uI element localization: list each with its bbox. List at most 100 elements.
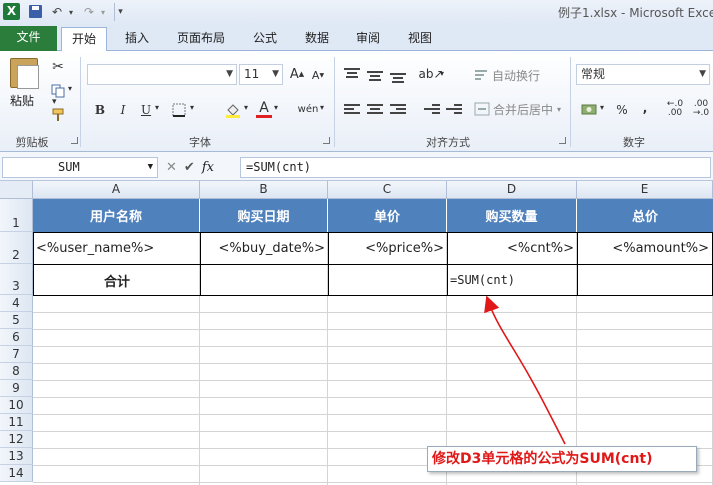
row-header-12[interactable]: 12 <box>0 431 33 448</box>
phonetic-icon[interactable]: wén <box>297 100 319 118</box>
paste-icon[interactable] <box>10 58 39 89</box>
cell-e1[interactable]: 总价 <box>577 199 713 232</box>
paste-button-label[interactable]: 粘贴 <box>10 92 34 109</box>
borders-icon[interactable] <box>170 101 188 119</box>
cell-e3[interactable] <box>577 264 713 296</box>
align-bottom-icon[interactable] <box>390 73 406 85</box>
copy-dropdown-icon[interactable]: ▾ <box>68 84 72 93</box>
row-header-11[interactable]: 11 <box>0 414 33 431</box>
row-header-10[interactable]: 10 <box>0 397 33 414</box>
percent-icon[interactable]: % <box>614 101 630 119</box>
row-header-8[interactable]: 8 <box>0 363 33 380</box>
phonetic-dropdown-icon[interactable]: ▾ <box>320 103 324 112</box>
select-all-button[interactable] <box>0 181 33 199</box>
cell-b1[interactable]: 购买日期 <box>200 199 328 232</box>
row-header-9[interactable]: 9 <box>0 380 33 397</box>
save-icon[interactable] <box>29 5 42 18</box>
cell-c1[interactable]: 单价 <box>328 199 447 232</box>
number-format-combo[interactable]: 常规 ▼ <box>576 64 710 85</box>
column-header-e[interactable]: E <box>577 181 713 199</box>
orientation-dropdown-icon[interactable]: ▾ <box>440 69 444 78</box>
excel-logo-icon[interactable]: X <box>3 3 20 20</box>
cell-b2[interactable]: <%buy_date%> <box>200 232 329 265</box>
redo-icon[interactable]: ↷ <box>82 3 96 21</box>
increase-decimal-icon[interactable]: ←.0.00 <box>664 99 686 119</box>
row-header-6[interactable]: 6 <box>0 329 33 346</box>
row-header-13[interactable]: 13 <box>0 448 33 465</box>
undo-icon[interactable]: ↶ <box>50 3 64 21</box>
tab-view[interactable]: 视图 <box>402 27 438 51</box>
undo-dropdown-icon[interactable]: ▾ <box>66 3 76 21</box>
row-header-5[interactable]: 5 <box>0 312 33 329</box>
underline-icon[interactable]: U <box>138 101 154 119</box>
tab-page-layout[interactable]: 页面布局 <box>170 27 232 51</box>
merge-center-button[interactable]: 合并后居中 ▾ <box>474 100 561 118</box>
row-header-2[interactable]: 2 <box>0 232 33 264</box>
column-header-a[interactable]: A <box>33 181 200 199</box>
tab-formulas[interactable]: 公式 <box>247 27 283 51</box>
tab-file[interactable]: 文件 <box>0 26 57 51</box>
column-header-d[interactable]: D <box>447 181 577 199</box>
align-middle-icon[interactable] <box>367 71 383 83</box>
name-box[interactable]: SUM ▼ <box>2 157 158 178</box>
tab-insert[interactable]: 插入 <box>118 27 156 51</box>
font-name-combo[interactable]: ▼ <box>87 64 237 85</box>
enter-icon[interactable]: ✔ <box>184 160 195 175</box>
underline-dropdown-icon[interactable]: ▾ <box>155 103 159 112</box>
tab-data[interactable]: 数据 <box>299 27 335 51</box>
align-right-icon[interactable] <box>390 104 406 116</box>
row-header-3[interactable]: 3 <box>0 264 33 295</box>
grow-font-icon[interactable]: A ▲ <box>289 66 305 82</box>
wrap-text-button[interactable]: 自动换行 <box>474 66 540 84</box>
font-color-icon[interactable]: A <box>256 100 272 118</box>
cell-e2[interactable]: <%amount%> <box>577 232 713 265</box>
cell-d1[interactable]: 购买数量 <box>447 199 577 232</box>
decrease-indent-icon[interactable] <box>424 104 440 116</box>
align-center-icon[interactable] <box>367 104 383 116</box>
column-header-c[interactable]: C <box>328 181 447 199</box>
formula-input[interactable]: =SUM(cnt) <box>240 157 711 178</box>
cell-a3[interactable]: 合计 <box>33 264 201 296</box>
redo-dropdown-icon[interactable]: ▾ <box>98 3 108 21</box>
italic-icon[interactable]: I <box>115 101 131 119</box>
cancel-icon[interactable]: ✕ <box>166 160 177 175</box>
row-header-14[interactable]: 14 <box>0 465 33 482</box>
row-header-1[interactable]: 1 <box>0 199 33 232</box>
fill-color-icon[interactable] <box>224 101 242 119</box>
customize-qat-icon[interactable]: ▾ <box>114 3 126 21</box>
cell-a1[interactable]: 用户名称 <box>33 199 200 232</box>
tab-review[interactable]: 审阅 <box>350 27 386 51</box>
cell-b3[interactable] <box>200 264 329 296</box>
shrink-font-icon[interactable]: A ▼ <box>310 67 326 83</box>
font-color-dropdown-icon[interactable]: ▾ <box>274 103 278 112</box>
insert-function-icon[interactable]: fx <box>202 160 214 175</box>
accounting-dropdown-icon[interactable]: ▾ <box>600 103 604 112</box>
cell-c3[interactable] <box>328 264 448 296</box>
row-header-4[interactable]: 4 <box>0 295 33 312</box>
bold-icon[interactable]: B <box>92 101 108 119</box>
font-size-combo[interactable]: 11 ▼ <box>239 64 283 85</box>
accounting-format-icon[interactable] <box>580 101 598 117</box>
column-header-b[interactable]: B <box>200 181 328 199</box>
number-format-value: 常规 <box>581 67 606 81</box>
cell-d2[interactable]: <%cnt%> <box>447 232 578 265</box>
cut-icon[interactable]: ✂ <box>50 59 66 75</box>
borders-dropdown-icon[interactable]: ▾ <box>190 103 194 112</box>
font-launcher-icon[interactable] <box>323 137 330 144</box>
fill-color-dropdown-icon[interactable]: ▾ <box>244 103 248 112</box>
clipboard-launcher-icon[interactable] <box>71 137 78 144</box>
increase-indent-icon[interactable] <box>446 104 462 116</box>
format-painter-icon[interactable] <box>50 107 66 123</box>
decrease-decimal-icon[interactable]: .00 →.0 <box>690 99 712 119</box>
cell-c2[interactable]: <%price%> <box>328 232 448 265</box>
orientation-icon[interactable]: ab↗ <box>418 65 443 83</box>
copy-icon[interactable] <box>50 83 66 99</box>
alignment-launcher-icon[interactable] <box>559 137 566 144</box>
cell-a2[interactable]: <%user_name%> <box>33 232 201 265</box>
tab-home[interactable]: 开始 <box>61 27 107 52</box>
align-top-icon[interactable] <box>344 68 360 80</box>
cell-d3[interactable]: =SUM(cnt) <box>447 264 578 296</box>
comma-style-icon[interactable]: , <box>640 99 650 117</box>
align-left-icon[interactable] <box>344 104 360 116</box>
row-header-7[interactable]: 7 <box>0 346 33 363</box>
